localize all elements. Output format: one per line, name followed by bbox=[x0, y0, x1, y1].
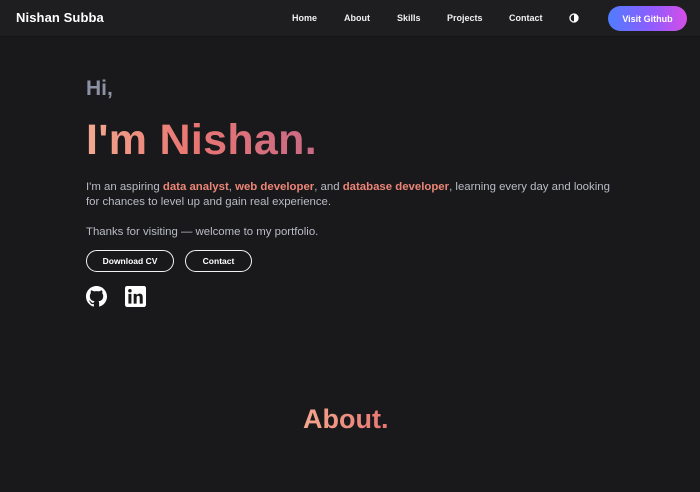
intro-separator: , and bbox=[314, 181, 343, 193]
about-title: About. bbox=[303, 404, 389, 434]
hero-title: I'm Nishan. bbox=[86, 116, 317, 164]
navbar: Nishan Subba Home About Skills Projects … bbox=[0, 0, 700, 37]
hero-greeting: Hi, bbox=[86, 77, 113, 100]
download-cv-button[interactable]: Download CV bbox=[86, 250, 174, 272]
nav-link-skills[interactable]: Skills bbox=[397, 13, 421, 23]
hero-thanks: Thanks for visiting — welcome to my port… bbox=[86, 226, 319, 238]
nav-link-about[interactable]: About bbox=[344, 13, 370, 23]
nav-link-projects[interactable]: Projects bbox=[447, 13, 483, 23]
intro-text: I'm an aspiring bbox=[86, 181, 163, 193]
nav-link-home[interactable]: Home bbox=[292, 13, 317, 23]
brand-logo[interactable]: Nishan Subba bbox=[16, 10, 104, 25]
github-icon[interactable] bbox=[86, 286, 107, 307]
nav-link-contact[interactable]: Contact bbox=[509, 13, 543, 23]
role-data-analyst: data analyst bbox=[162, 181, 229, 193]
role-web-developer: web developer bbox=[235, 181, 315, 193]
visit-github-button[interactable]: Visit Github bbox=[608, 6, 687, 31]
contact-button[interactable]: Contact bbox=[185, 250, 252, 272]
role-database-developer: database developer bbox=[342, 181, 450, 193]
hero-intro: I'm an aspiring data analyst, web develo… bbox=[86, 180, 616, 210]
linkedin-icon[interactable] bbox=[125, 286, 146, 307]
theme-toggle-icon[interactable] bbox=[569, 13, 579, 23]
